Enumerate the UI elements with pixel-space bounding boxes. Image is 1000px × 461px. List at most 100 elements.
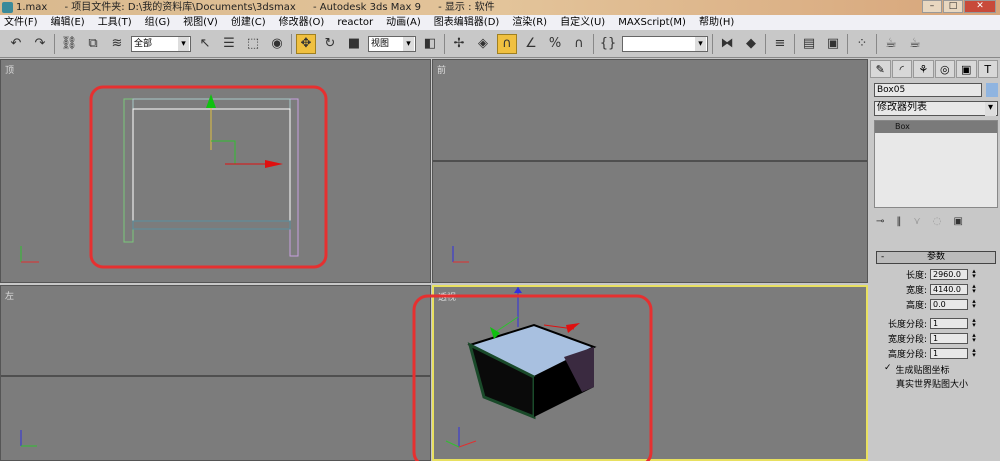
keyboard-shortcut-icon[interactable]: ◈ [473,34,493,54]
menu-views[interactable]: 视图(V) [183,15,218,30]
separator [876,33,877,54]
link-icon[interactable]: ⛓ [59,34,79,54]
mirror-icon[interactable]: ⧓ [717,34,737,54]
snap-3d-icon[interactable]: ∩ [497,33,517,54]
project-folder: - 项目文件夹: D:\我的资料库\Documents\3dsmax [64,2,296,13]
object-name-input[interactable]: Box05 [874,83,982,97]
object-color-swatch[interactable] [986,83,998,97]
move-icon[interactable]: ✥ [296,33,316,54]
rollout-title: 参数 [926,252,945,262]
width-segs-label: 宽度分段: [887,335,927,345]
viewport-front[interactable]: 前 [432,59,868,283]
display-mode: - 显示 : 软件 [438,2,495,13]
height-input[interactable]: 0.0 [930,299,968,310]
rotate-icon[interactable]: ↻ [320,34,340,54]
menu-animation[interactable]: 动画(A) [386,15,421,30]
parameters-rollout-header[interactable]: - 参数 [876,251,996,264]
menu-reactor[interactable]: reactor [337,15,373,30]
window-crossing-icon[interactable]: ◉ [267,34,287,54]
reference-coord-dropdown[interactable]: 视图 [368,35,416,52]
menu-rendering[interactable]: 渲染(R) [512,15,547,30]
remove-modifier-icon[interactable]: ◌ [933,216,942,227]
close-button[interactable]: ✕ [964,0,996,13]
motion-tab-icon[interactable]: ◎ [934,60,955,78]
file-name: 1.max [16,2,48,13]
named-selection-dropdown[interactable] [622,35,708,52]
height-segs-input[interactable]: 1 [930,348,968,359]
menu-bar: 文件(F) 编辑(E) 工具(T) 组(G) 视图(V) 创建(C) 修改器(O… [0,15,1000,30]
minimize-button[interactable]: – [922,0,942,13]
stack-item-box[interactable]: Box [875,121,997,133]
hierarchy-tab-icon[interactable]: ⚘ [913,60,934,78]
maximize-button[interactable]: □ [943,0,963,13]
make-unique-icon[interactable]: ⋎ [913,216,920,227]
gen-mapping-checkbox[interactable]: ✓ [884,363,892,376]
schematic-view-icon[interactable]: ▣ [823,34,843,54]
menu-create[interactable]: 创建(C) [231,15,266,30]
select-icon[interactable]: ↖ [195,34,215,54]
edit-named-selection-icon[interactable]: {} [598,34,618,54]
menu-help[interactable]: 帮助(H) [699,15,734,30]
undo-icon[interactable]: ↶ [6,34,26,54]
main-toolbar: ↶ ↷ ⛓ ⧉ ≋ 全部 ↖ ☰ ⬚ ◉ ✥ ↻ ■ 视图 ◧ ✢ ◈ ∩ ∠ … [0,30,1000,58]
menu-customize[interactable]: 自定义(U) [560,15,605,30]
length-input[interactable]: 2960.0 [930,269,968,280]
display-tab-icon[interactable]: ▣ [956,60,977,78]
modifier-list-dropdown[interactable]: 修改器列表 [874,101,998,116]
spinner-icon[interactable]: ▴ ▾ [970,317,978,329]
spinner-icon[interactable]: ▴ ▾ [970,268,978,280]
configure-sets-icon[interactable]: ▣ [953,216,962,227]
menu-maxscript[interactable]: MAXScript(M) [618,15,686,30]
length-segs-input[interactable]: 1 [930,318,968,329]
height-label: 高度: [905,301,927,311]
spinner-icon[interactable]: ▴ ▾ [970,283,978,295]
selection-filter-dropdown[interactable]: 全部 [131,35,191,52]
gen-mapping-label: 生成贴图坐标 [895,366,950,376]
unlink-icon[interactable]: ⧉ [83,34,103,54]
layer-manager-icon[interactable]: ≡ [770,34,790,54]
scale-icon[interactable]: ■ [344,34,364,54]
separator [444,33,445,54]
angle-snap-icon[interactable]: ∠ [521,34,541,54]
menu-graph-editors[interactable]: 图表编辑器(D) [434,15,500,30]
separator [847,33,848,54]
align-icon[interactable]: ◆ [741,34,761,54]
curve-editor-icon[interactable]: ▤ [799,34,819,54]
select-by-name-icon[interactable]: ☰ [219,34,239,54]
modify-tab-icon[interactable]: ◜ [891,60,912,78]
spinner-icon[interactable]: ▴ ▾ [970,347,978,359]
viewport-left[interactable]: 左 [0,285,431,461]
material-editor-icon[interactable]: ⁘ [852,34,872,54]
menu-group[interactable]: 组(G) [145,15,171,30]
separator [794,33,795,54]
real-world-map-size-label[interactable]: 真实世界贴图大小 [896,377,968,390]
quick-render-icon[interactable]: ☕ [905,34,925,54]
manipulate-icon[interactable]: ✢ [449,34,469,54]
menu-tools[interactable]: 工具(T) [98,15,132,30]
spinner-icon[interactable]: ▴ ▾ [970,332,978,344]
length-segs-label: 长度分段: [887,320,927,330]
spinner-icon[interactable]: ▴ ▾ [970,298,978,310]
collapse-icon: - [881,252,885,262]
highlight-annotation [412,294,653,461]
menu-file[interactable]: 文件(F) [4,15,38,30]
spinner-snap-icon[interactable]: ∩ [569,34,589,54]
redo-icon[interactable]: ↷ [30,34,50,54]
height-segs-label: 高度分段: [887,350,927,360]
percent-snap-icon[interactable]: % [545,34,565,54]
menu-edit[interactable]: 编辑(E) [51,15,85,30]
utilities-tab-icon[interactable]: T [977,60,998,78]
length-label: 长度: [905,271,927,281]
width-segs-input[interactable]: 1 [930,333,968,344]
width-input[interactable]: 4140.0 [930,284,968,295]
bind-space-warp-icon[interactable]: ≋ [107,34,127,54]
pivot-center-icon[interactable]: ◧ [420,34,440,54]
viewport-top[interactable]: 顶 [0,59,431,283]
render-scene-icon[interactable]: ☕ [881,34,901,54]
rect-selection-icon[interactable]: ⬚ [243,34,263,54]
pin-stack-icon[interactable]: ⊸ [876,216,884,227]
menu-modifiers[interactable]: 修改器(O) [279,15,325,30]
create-tab-icon[interactable]: ✎ [870,60,891,78]
app-icon [2,2,13,13]
show-end-result-icon[interactable]: ‖ [896,216,901,227]
